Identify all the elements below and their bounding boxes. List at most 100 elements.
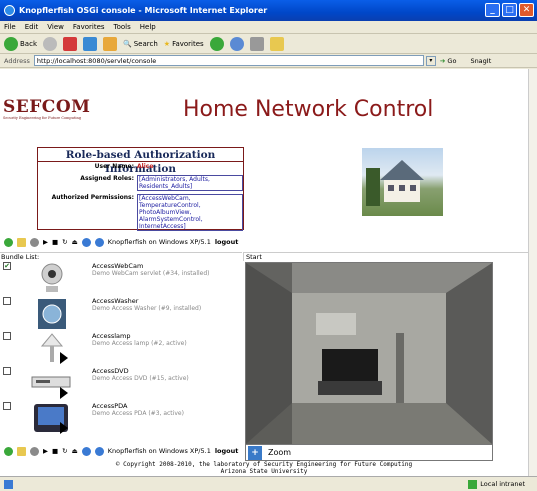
vertical-scrollbar[interactable] bbox=[528, 69, 537, 476]
window-titlebar: Knopflerfish OSGi console - Microsoft In… bbox=[0, 0, 537, 21]
refresh-icon[interactable] bbox=[4, 446, 13, 456]
bundle-checkbox[interactable] bbox=[3, 402, 11, 410]
back-button[interactable]: Back bbox=[4, 36, 37, 51]
update-icon[interactable]: ↻ bbox=[62, 238, 67, 246]
perms-value: [AccessWebCam, TemperatureControl, Photo… bbox=[137, 194, 243, 231]
gear-icon[interactable] bbox=[30, 237, 39, 247]
roles-value: [Administrators, Adults, Residents_Adult… bbox=[137, 175, 243, 191]
bundle-checkbox[interactable]: ✔ bbox=[3, 262, 11, 270]
copyright-line: © Copyright 2008-2010, the laboratory of… bbox=[115, 461, 413, 468]
home-button[interactable] bbox=[103, 36, 117, 51]
zoom-bar[interactable]: + Zoom bbox=[245, 445, 493, 461]
go-button[interactable]: ➔ Go bbox=[440, 57, 457, 65]
play-icon[interactable]: ▶ bbox=[43, 238, 48, 246]
zoom-in-icon[interactable]: + bbox=[248, 445, 262, 460]
perms-label: Authorized Permissions: bbox=[51, 194, 134, 201]
bundle-item[interactable]: AccessWasher Demo Access Washer (#9, ins… bbox=[0, 297, 242, 335]
bundle-name: Accesslamp bbox=[92, 332, 131, 340]
footer: © Copyright 2008-2010, the laboratory of… bbox=[0, 461, 528, 475]
bundle-desc: Demo Access PDA (#3, active) bbox=[92, 410, 184, 417]
address-input[interactable]: http://localhost:8080/servlet/console bbox=[33, 55, 424, 66]
lamp-icon bbox=[30, 332, 74, 366]
university-line: Arizona State University bbox=[220, 468, 308, 475]
bundle-item[interactable]: Accesslamp Demo Access lamp (#2, active) bbox=[0, 332, 242, 370]
logout-link[interactable]: logout bbox=[215, 238, 239, 246]
folder-icon[interactable] bbox=[17, 446, 26, 456]
bundle-item[interactable]: ✔ AccessWebCam Demo WebCam servlet (#34,… bbox=[0, 262, 242, 300]
mail-button[interactable] bbox=[229, 36, 244, 51]
help-icon[interactable] bbox=[94, 237, 104, 247]
folder-button[interactable] bbox=[269, 36, 284, 51]
bundle-item[interactable]: AccessDVD Demo Access DVD (#15, active) bbox=[0, 367, 242, 405]
bundle-desc: Demo Access DVD (#15, active) bbox=[92, 375, 189, 382]
zone-text: Local intranet bbox=[480, 480, 525, 488]
bundle-name: AccessWasher bbox=[92, 297, 139, 305]
platform-text: Knopflerfish on Windows XP/5.1 bbox=[107, 238, 211, 246]
search-icon: 🔍 bbox=[123, 39, 132, 48]
update-icon[interactable]: ↻ bbox=[62, 447, 67, 455]
folder-icon[interactable] bbox=[17, 237, 26, 247]
menu-view[interactable]: View bbox=[47, 23, 64, 31]
help-icon[interactable] bbox=[94, 446, 104, 456]
window-title: Knopflerfish OSGi console - Microsoft In… bbox=[19, 6, 268, 15]
eject-icon[interactable]: ⏏ bbox=[72, 447, 78, 455]
control-bar-top: ▶ ■ ↻ ⏏ Knopflerfish on Windows XP/5.1 l… bbox=[4, 236, 524, 248]
bundle-name: AccessDVD bbox=[92, 367, 129, 375]
bundle-name: AccessWebCam bbox=[92, 262, 144, 270]
bundle-checkbox[interactable] bbox=[3, 367, 11, 375]
refresh-button[interactable] bbox=[83, 36, 97, 51]
gear-icon[interactable] bbox=[30, 446, 39, 456]
bundle-checkbox[interactable] bbox=[3, 297, 11, 305]
webcam-icon bbox=[30, 262, 74, 296]
pda-icon bbox=[30, 402, 74, 436]
sefcom-logo: SEFCOM bbox=[3, 97, 91, 117]
favorites-button[interactable]: ★ Favorites bbox=[164, 40, 204, 48]
dropdown-icon[interactable]: ▾ bbox=[425, 55, 436, 66]
close-button[interactable]: ✕ bbox=[519, 3, 534, 17]
browser-toolbar: Back 🔍 Search ★ Favorites bbox=[0, 34, 537, 54]
washer-icon bbox=[30, 297, 74, 331]
menu-file[interactable]: File bbox=[4, 23, 16, 31]
minimize-button[interactable]: _ bbox=[485, 3, 500, 17]
menu-favorites[interactable]: Favorites bbox=[73, 23, 105, 31]
bundle-desc: Demo WebCam servlet (#34, installed) bbox=[92, 270, 210, 277]
search-button[interactable]: 🔍 Search bbox=[123, 40, 158, 48]
ie-icon bbox=[4, 5, 15, 16]
eject-icon[interactable]: ⏏ bbox=[72, 238, 78, 246]
refresh-icon[interactable] bbox=[4, 237, 13, 247]
stop-icon[interactable]: ■ bbox=[52, 447, 58, 455]
forward-button[interactable] bbox=[43, 36, 57, 51]
page-title: Home Network Control bbox=[183, 97, 434, 122]
address-label: Address bbox=[4, 56, 30, 65]
platform-text: Knopflerfish on Windows XP/5.1 bbox=[107, 447, 211, 455]
zoom-label: Zoom bbox=[268, 448, 292, 457]
snagit-button[interactable]: SnagIt bbox=[470, 57, 491, 65]
info-icon[interactable] bbox=[81, 237, 91, 247]
sefcom-tagline: Security Engineering for Future Computin… bbox=[3, 116, 81, 120]
back-arrow-icon bbox=[4, 36, 18, 51]
status-bar: Local intranet bbox=[0, 476, 537, 491]
print-button[interactable] bbox=[249, 36, 264, 51]
bundle-desc: Demo Access Washer (#9, installed) bbox=[92, 305, 202, 312]
menu-help[interactable]: Help bbox=[140, 23, 156, 31]
webcam-view bbox=[245, 262, 493, 445]
rbac-panel: Role-based Authorization Information Use… bbox=[37, 147, 244, 231]
rbac-title: Role-based Authorization Information bbox=[38, 148, 243, 175]
menu-edit[interactable]: Edit bbox=[25, 23, 39, 31]
logout-link[interactable]: logout bbox=[215, 447, 239, 455]
maximize-button[interactable]: □ bbox=[502, 3, 517, 17]
bundle-desc: Demo Access lamp (#2, active) bbox=[92, 340, 187, 347]
page-content: SEFCOM Security Engineering for Future C… bbox=[0, 69, 528, 476]
star-icon: ★ bbox=[163, 39, 171, 48]
stop-icon[interactable]: ■ bbox=[52, 238, 58, 246]
info-icon[interactable] bbox=[81, 446, 91, 456]
history-button[interactable] bbox=[209, 36, 224, 51]
page-icon bbox=[4, 479, 13, 489]
menu-tools[interactable]: Tools bbox=[114, 23, 131, 31]
bundle-checkbox[interactable] bbox=[3, 332, 11, 340]
play-icon[interactable]: ▶ bbox=[43, 447, 48, 455]
roles-label: Assigned Roles: bbox=[80, 175, 134, 182]
intranet-icon bbox=[468, 479, 478, 489]
bundle-item[interactable]: AccessPDA Demo Access PDA (#3, active) bbox=[0, 402, 242, 440]
stop-button[interactable] bbox=[63, 36, 77, 51]
